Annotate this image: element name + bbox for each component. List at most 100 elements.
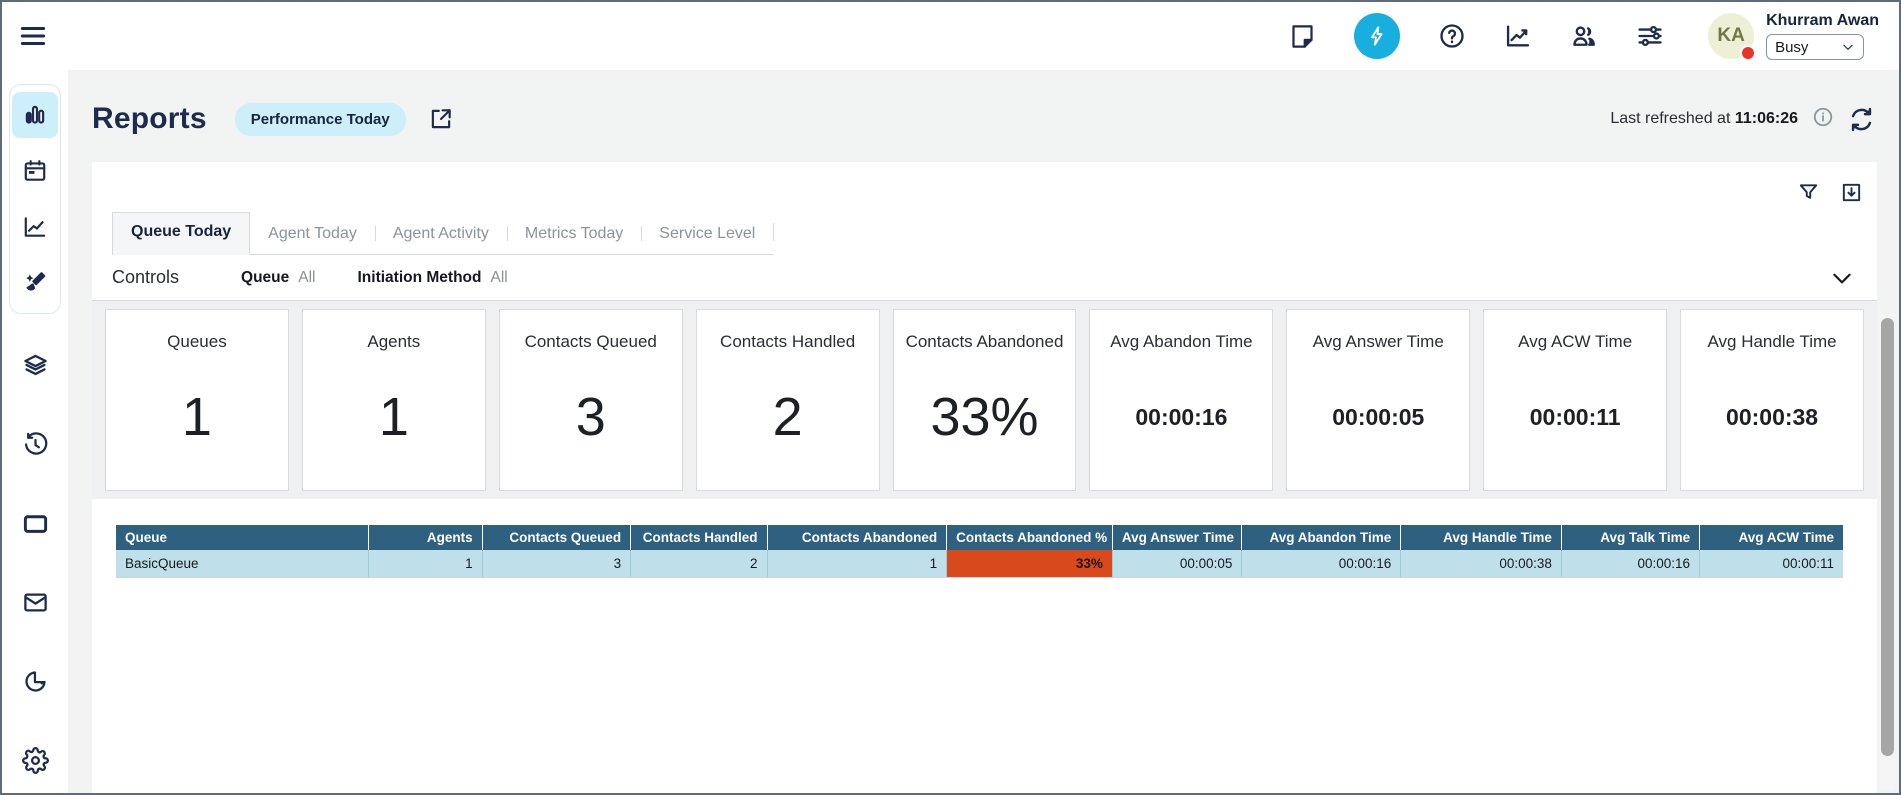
kpi-card-contacts-abandoned: Contacts Abandoned 33% (893, 309, 1077, 491)
gear-icon (22, 747, 49, 774)
notes-icon[interactable] (1289, 23, 1316, 50)
col-contacts-handled: Contacts Handled (631, 525, 767, 550)
top-bar: KA Khurram Awan Busy (2, 2, 1899, 70)
sidebar-item-history[interactable] (12, 421, 58, 467)
col-avg-handle-time: Avg Handle Time (1401, 525, 1562, 550)
kpi-value: 00:00:38 (1726, 352, 1818, 490)
sidebar-report-group (9, 84, 61, 314)
kpi-card-avg-handle-time: Avg Handle Time 00:00:38 (1680, 309, 1864, 491)
line-chart-icon (22, 214, 48, 240)
queue-table-wrap: Queue Agents Contacts Queued Contacts Ha… (116, 525, 1843, 578)
cell-avg-handle-time: 00:00:38 (1401, 550, 1562, 578)
col-contacts-abandoned-pct: Contacts Abandoned % (947, 525, 1113, 550)
avatar-initials: KA (1717, 25, 1744, 47)
user-meta: Khurram Awan Busy (1766, 12, 1879, 60)
sidebar-item-mail[interactable] (12, 579, 58, 625)
cell-avg-acw-time: 00:00:11 (1700, 550, 1843, 578)
kpi-value: 1 (379, 352, 409, 490)
col-queue: Queue (116, 525, 368, 550)
kpi-card-contacts-queued: Contacts Queued 3 (499, 309, 683, 491)
kpi-card-avg-answer-time: Avg Answer Time 00:00:05 (1286, 309, 1470, 491)
tab-bar: Queue Today Agent Today Agent Activity M… (112, 212, 774, 255)
refresh-icon[interactable] (1848, 106, 1875, 133)
topbar-actions: KA Khurram Awan Busy (1289, 12, 1879, 60)
kpi-value: 2 (773, 352, 803, 490)
report-badge: Performance Today (235, 103, 406, 136)
cell-queue: BasicQueue (116, 550, 368, 578)
app-window: KA Khurram Awan Busy (0, 0, 1901, 795)
tab-agent-activity[interactable]: Agent Activity (375, 215, 507, 254)
layers-icon (22, 352, 49, 379)
kpi-card-avg-acw-time: Avg ACW Time 00:00:11 (1483, 309, 1667, 491)
sidebar-item-design[interactable] (12, 260, 58, 306)
kpi-value: 33% (930, 352, 1038, 490)
chevron-down-icon (1841, 40, 1855, 54)
status-select-value: Busy (1775, 39, 1808, 56)
status-select[interactable]: Busy (1766, 34, 1864, 60)
user-name: Khurram Awan (1766, 12, 1879, 30)
vertical-scrollbar[interactable] (1880, 314, 1895, 790)
controls-bar: Controls Queue All Initiation Method All (92, 255, 1877, 301)
last-refreshed-time: 11:06:26 (1735, 110, 1798, 127)
filter-funnel-icon[interactable] (1797, 181, 1820, 204)
agents-icon[interactable] (1570, 22, 1598, 50)
sidebar-item-analytics[interactable] (12, 204, 58, 250)
sidebar-item-dashboard[interactable] (12, 92, 58, 138)
user-cluster: KA Khurram Awan Busy (1708, 12, 1879, 60)
refresh-cluster: Last refreshed at 11:06:26 (1610, 106, 1875, 133)
sidebar-item-window[interactable] (12, 500, 58, 546)
avatar[interactable]: KA (1708, 13, 1754, 59)
col-avg-abandon-time: Avg Abandon Time (1242, 525, 1401, 550)
metrics-icon[interactable] (1504, 22, 1532, 50)
tab-queue-today[interactable]: Queue Today (112, 212, 250, 255)
cell-contacts-abandoned: 1 (767, 550, 947, 578)
cell-contacts-handled: 2 (631, 550, 767, 578)
bar-chart-icon (22, 102, 48, 128)
cell-contacts-queued: 3 (482, 550, 631, 578)
kpi-value: 00:00:16 (1135, 352, 1227, 490)
window-icon (22, 510, 49, 537)
tab-agent-today[interactable]: Agent Today (250, 215, 375, 254)
sidebar-item-reports-pie[interactable] (12, 658, 58, 704)
info-icon[interactable] (1812, 106, 1834, 133)
col-avg-answer-time: Avg Answer Time (1112, 525, 1242, 550)
hamburger-menu-icon[interactable] (18, 21, 48, 51)
main-content: Reports Performance Today Last refreshed… (68, 70, 1899, 793)
tab-metrics-today[interactable]: Metrics Today (507, 215, 641, 254)
col-avg-talk-time: Avg Talk Time (1561, 525, 1699, 550)
sidebar-item-schedule[interactable] (12, 148, 58, 194)
preferences-sliders-icon[interactable] (1636, 22, 1664, 50)
scrollbar-thumb[interactable] (1881, 318, 1894, 756)
col-contacts-abandoned: Contacts Abandoned (767, 525, 947, 550)
pie-chart-icon (22, 668, 49, 695)
kpi-value: 3 (576, 352, 606, 490)
table-header-row: Queue Agents Contacts Queued Contacts Ha… (116, 525, 1843, 550)
sidebar-item-settings[interactable] (12, 737, 58, 783)
sidebar (2, 70, 68, 793)
report-card: Queue Today Agent Today Agent Activity M… (92, 162, 1877, 793)
collapse-chevron-icon[interactable] (1829, 265, 1855, 291)
sidebar-item-flows[interactable] (12, 342, 58, 388)
last-refreshed-text: Last refreshed at 11:06:26 (1610, 110, 1798, 128)
page-title: Reports (92, 102, 207, 136)
quick-connect-bolt-icon[interactable] (1354, 13, 1400, 59)
calendar-icon (22, 158, 48, 184)
card-toolbar (92, 162, 1877, 208)
external-link-icon[interactable] (428, 106, 454, 132)
kpi-card-contacts-handled: Contacts Handled 2 (696, 309, 880, 491)
filter-queue[interactable]: Queue All (241, 269, 315, 287)
cell-avg-talk-time: 00:00:16 (1561, 550, 1699, 578)
queue-table: Queue Agents Contacts Queued Contacts Ha… (116, 525, 1843, 578)
kpi-value: 1 (182, 352, 212, 490)
help-icon[interactable] (1438, 22, 1466, 50)
kpi-card-agents: Agents 1 (302, 309, 486, 491)
mail-icon (22, 589, 49, 616)
tab-service-level[interactable]: Service Level (641, 215, 773, 254)
download-icon[interactable] (1840, 181, 1863, 204)
design-brush-icon (22, 270, 48, 296)
cell-avg-abandon-time: 00:00:16 (1242, 550, 1401, 578)
kpi-value: 00:00:11 (1530, 352, 1621, 490)
filter-initiation-method[interactable]: Initiation Method All (358, 269, 508, 287)
cell-contacts-abandoned-pct: 33% (947, 550, 1113, 578)
kpi-strip: Queues 1 Agents 1 Contacts Queued 3 Cont… (92, 301, 1877, 499)
